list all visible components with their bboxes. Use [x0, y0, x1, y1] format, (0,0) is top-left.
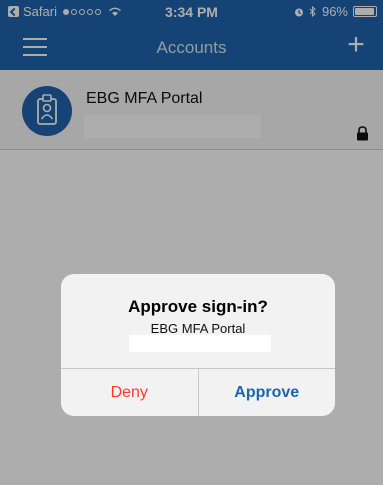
- approve-sign-in-dialog: Approve sign-in? EBG MFA Portal Deny App…: [61, 274, 335, 416]
- dialog-message: EBG MFA Portal: [150, 321, 246, 336]
- dialog-title: Approve sign-in?: [128, 297, 268, 316]
- authenticator-screen: Safari 3:34 PM 96% Accounts + EBG MFA Po…: [0, 0, 383, 485]
- redacted-dialog-detail: [129, 335, 271, 352]
- approve-button[interactable]: Approve: [199, 369, 336, 416]
- deny-button[interactable]: Deny: [61, 369, 199, 416]
- dialog-actions: Deny Approve: [61, 368, 335, 416]
